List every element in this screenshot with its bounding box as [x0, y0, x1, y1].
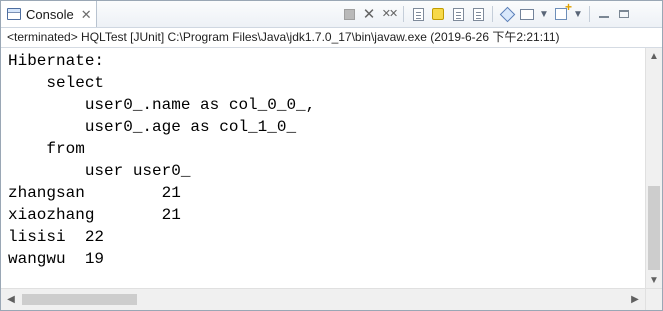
open-console-dropdown-icon[interactable]: ▼ [573, 6, 583, 22]
open-console-icon[interactable] [553, 1, 572, 22]
console-line: user user0_ [8, 162, 191, 180]
toolbar-separator [403, 6, 404, 22]
display-selected-console-icon[interactable] [519, 6, 535, 22]
vertical-scrollbar[interactable]: ▲ ▼ [645, 48, 662, 288]
scrollbar-corner [645, 288, 662, 310]
console-line: zhangsan 21 [8, 184, 181, 202]
pin-console-icon[interactable] [499, 6, 515, 22]
tab-console-label: Console [26, 6, 74, 22]
console-line: xiaozhang 21 [8, 206, 181, 224]
console-line: user0_.name as col_0_0_, [8, 96, 316, 114]
clear-console-icon[interactable] [410, 6, 426, 22]
minimize-icon[interactable] [596, 6, 612, 22]
toolbar-separator [589, 6, 590, 22]
horizontal-scroll-thumb[interactable] [22, 294, 137, 305]
console-window: Console ✕ ✕ ✕✕ ▼ + ▼ <terminated> HQLTes… [0, 0, 663, 311]
horizontal-scrollbar[interactable]: ◀ ▶ [1, 288, 645, 310]
console-line: wangwu 19 [8, 250, 105, 268]
launch-status: <terminated> HQLTest [JUnit] C:\Program … [1, 28, 662, 48]
console-line: Hibernate: [8, 52, 105, 70]
scroll-down-icon[interactable]: ▼ [646, 272, 662, 288]
remove-all-terminated-icon[interactable]: ✕✕ [381, 6, 399, 22]
console-line: from [8, 140, 85, 158]
console-line: lisisi 22 [8, 228, 105, 246]
console-output[interactable]: Hibernate: select user0_.name as col_0_0… [1, 48, 645, 288]
tab-console[interactable]: Console ✕ [1, 1, 97, 27]
console-text-area[interactable]: Hibernate: select user0_.name as col_0_0… [8, 50, 645, 270]
console-line: select [8, 74, 105, 92]
maximize-icon[interactable] [616, 6, 632, 22]
console-icon [7, 8, 21, 20]
console-line: user0_.age as col_1_0_ [8, 118, 297, 136]
display-selected-console-dropdown-icon[interactable]: ▼ [539, 6, 549, 22]
close-icon[interactable]: ✕ [81, 8, 92, 21]
console-titlebar: Console ✕ ✕ ✕✕ ▼ + ▼ [1, 1, 662, 28]
toolbar-separator [492, 6, 493, 22]
scroll-lock-icon[interactable] [430, 6, 446, 22]
terminate-icon[interactable] [341, 6, 357, 22]
console-toolbar: ✕ ✕✕ ▼ + ▼ [341, 1, 632, 23]
show-console-when-output-changes-icon[interactable] [470, 6, 486, 22]
scroll-up-icon[interactable]: ▲ [646, 48, 662, 64]
scroll-left-icon[interactable]: ◀ [3, 289, 19, 310]
vertical-scroll-thumb[interactable] [648, 186, 660, 270]
scroll-right-icon[interactable]: ▶ [627, 289, 643, 310]
remove-launch-icon[interactable]: ✕ [361, 6, 377, 22]
word-wrap-icon[interactable] [450, 6, 466, 22]
